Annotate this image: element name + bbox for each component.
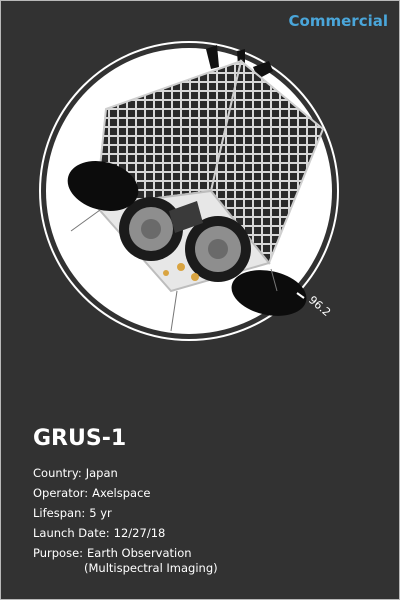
launch-date-label: Launch Date: <box>33 526 110 540</box>
satellite-details: Country: Japan Operator: Axelspace Lifes… <box>33 463 218 578</box>
country-label: Country: <box>33 466 82 480</box>
country-row: Country: Japan <box>33 463 218 483</box>
lifespan-value: 5 yr <box>89 506 112 520</box>
category-label: Commercial <box>288 12 388 30</box>
satellite-image-area: 96.2 <box>39 41 339 341</box>
operator-value: Axelspace <box>92 486 151 500</box>
inclination-label: 96.2 <box>306 293 333 319</box>
lifespan-label: Lifespan: <box>33 506 86 520</box>
country-value: Japan <box>85 466 118 480</box>
satellite-name: GRUS-1 <box>33 426 127 451</box>
operator-label: Operator: <box>33 486 89 500</box>
launch-date-value: 12/27/18 <box>113 526 166 540</box>
satellite-card: 96.2 Commercial GRUS-1 Country: Japan Op… <box>0 0 400 600</box>
lifespan-row: Lifespan: 5 yr <box>33 503 218 523</box>
launch-date-row: Launch Date: 12/27/18 <box>33 523 218 543</box>
purpose-label: Purpose: <box>33 546 84 560</box>
operator-row: Operator: Axelspace <box>33 483 218 503</box>
